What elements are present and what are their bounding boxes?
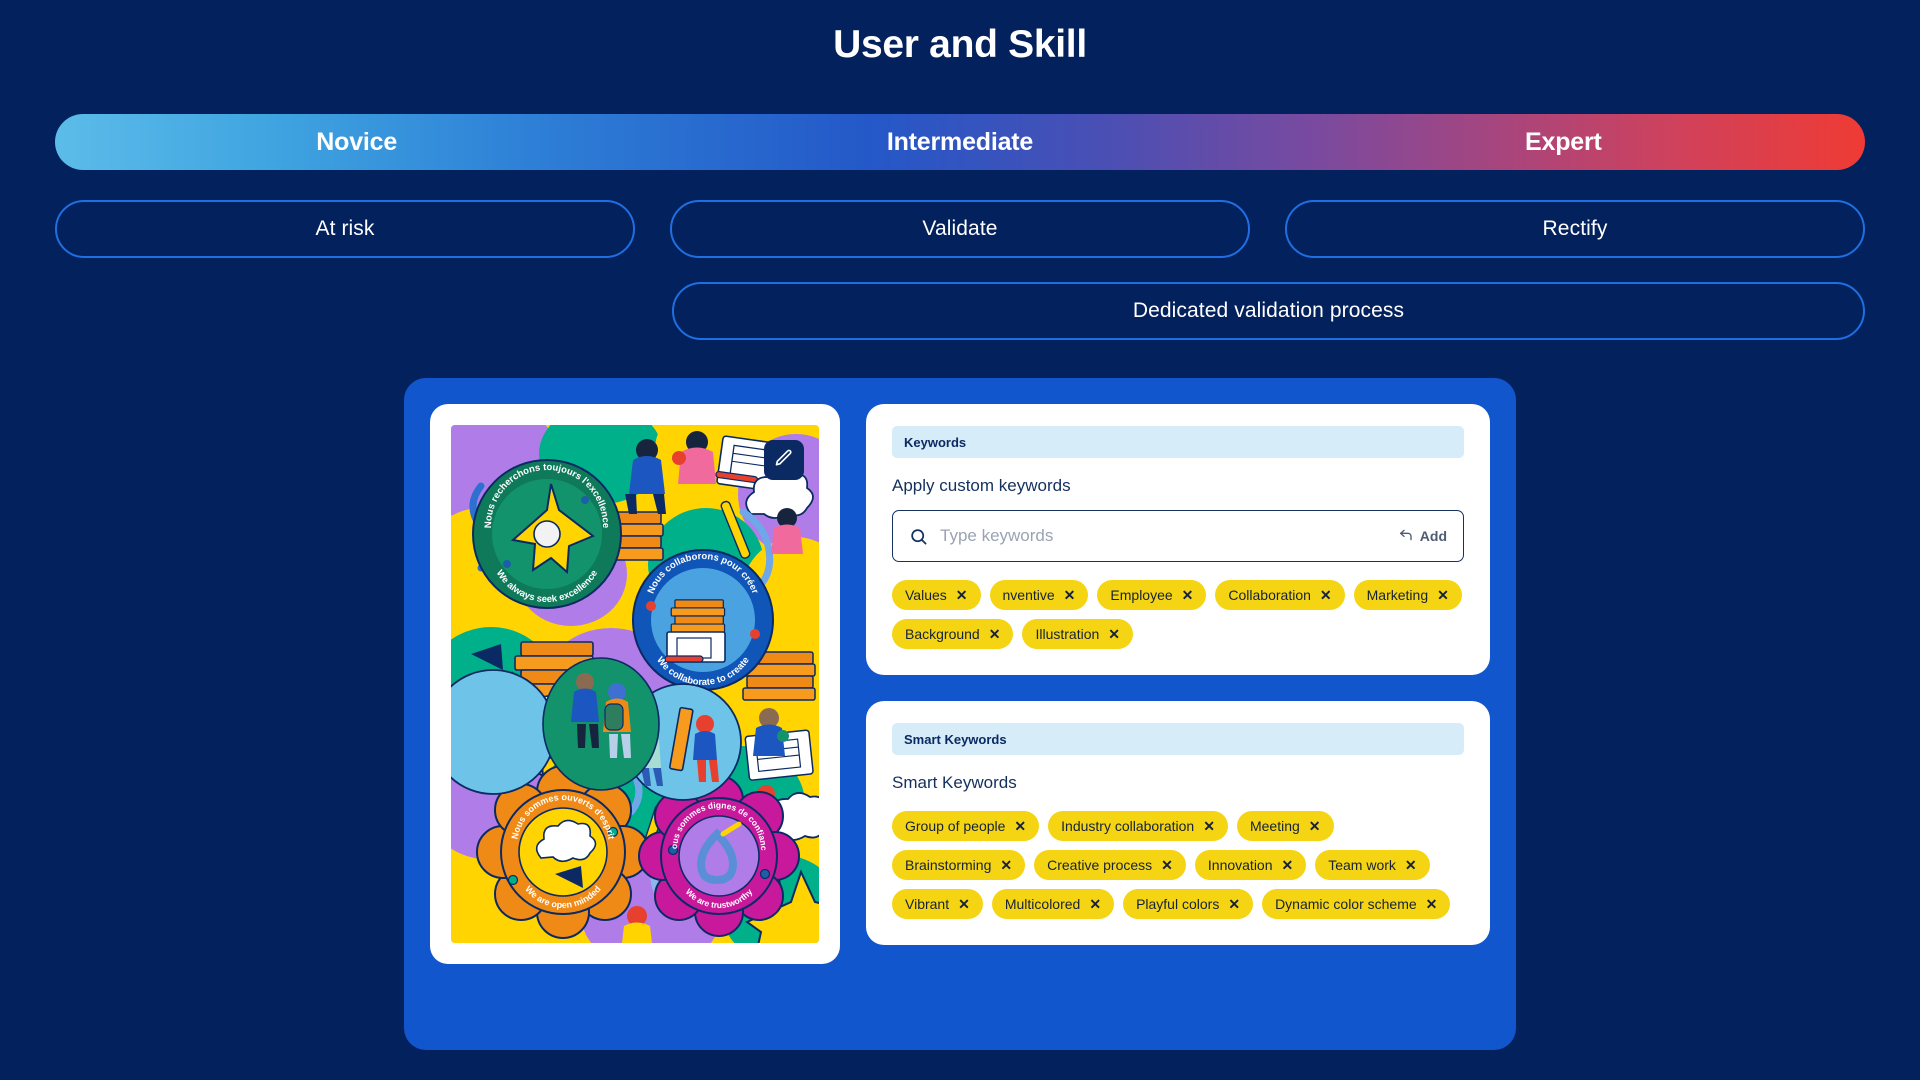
smart-keywords-card: Smart Keywords Smart Keywords Group of p…	[866, 701, 1490, 945]
keywords-sublabel: Apply custom keywords	[892, 476, 1071, 495]
search-icon	[909, 527, 928, 546]
smart-keyword-tag-label: Dynamic color scheme	[1275, 896, 1417, 912]
page-title: User and Skill	[833, 23, 1087, 66]
smart-keyword-tag-label: Multicolored	[1004, 896, 1081, 912]
remove-tag-icon[interactable]: ✕	[1108, 627, 1120, 641]
smart-keyword-tag[interactable]: Playful colors ✕	[1123, 889, 1254, 919]
keyword-tag[interactable]: Collaboration ✕	[1215, 580, 1345, 610]
remove-tag-icon[interactable]: ✕	[1405, 858, 1417, 872]
remove-tag-icon[interactable]: ✕	[1320, 588, 1332, 602]
keyword-tag-label: nventive	[1002, 587, 1055, 603]
action-dedicated-validation-process-button[interactable]: Dedicated validation process	[672, 282, 1865, 340]
keyword-tag-label: Marketing	[1366, 587, 1429, 603]
smart-keywords-card-header: Smart Keywords	[892, 723, 1464, 755]
remove-tag-icon[interactable]: ✕	[1000, 858, 1012, 872]
smart-keyword-tag[interactable]: Industry collaboration ✕	[1048, 811, 1228, 841]
edit-image-button[interactable]	[764, 440, 804, 480]
keyword-tag-label: Employee	[1110, 587, 1173, 603]
smart-keyword-tag-label: Creative process	[1047, 857, 1153, 873]
remove-tag-icon[interactable]: ✕	[1182, 588, 1194, 602]
remove-tag-icon[interactable]: ✕	[1064, 588, 1076, 602]
smart-keyword-tag-label: Playful colors	[1136, 896, 1220, 912]
remove-tag-icon[interactable]: ✕	[1426, 897, 1438, 911]
smart-keyword-tag[interactable]: Dynamic color scheme ✕	[1262, 889, 1451, 919]
smart-keyword-tag[interactable]: Vibrant ✕	[892, 889, 983, 919]
keywords-column: Keywords Apply custom keywords Add	[866, 404, 1490, 1024]
keyword-tag[interactable]: Marketing ✕	[1353, 580, 1462, 610]
action-at-risk-button[interactable]: At risk	[55, 200, 635, 258]
smart-keyword-tag[interactable]: Team work ✕	[1315, 850, 1430, 880]
remove-tag-icon[interactable]: ✕	[1228, 897, 1240, 911]
smart-keyword-tag-label: Group of people	[905, 818, 1006, 834]
keyword-tag-label: Illustration	[1035, 626, 1100, 642]
skill-level-novice: Novice	[316, 127, 398, 156]
remove-tag-icon[interactable]: ✕	[1282, 858, 1294, 872]
remove-tag-icon[interactable]: ✕	[989, 627, 1001, 641]
illustration-image: Nous recherchons toujours l'excellence W…	[451, 425, 819, 943]
keyword-tag[interactable]: Values ✕	[892, 580, 981, 610]
smart-keyword-tag-label: Meeting	[1249, 818, 1300, 834]
smart-keyword-tag-label: Innovation	[1207, 857, 1273, 873]
keyword-tag-label: Background	[905, 626, 980, 642]
remove-tag-icon[interactable]: ✕	[1089, 897, 1101, 911]
smart-keyword-tag-label: Industry collaboration	[1061, 818, 1195, 834]
smart-keyword-tag[interactable]: Group of people ✕	[892, 811, 1040, 841]
keyword-tag-label: Values	[905, 587, 947, 603]
smart-keyword-tag-label: Vibrant	[905, 896, 950, 912]
skill-level-intermediate: Intermediate	[886, 127, 1034, 156]
keyword-tag[interactable]: Employee ✕	[1097, 580, 1207, 610]
remove-tag-icon[interactable]: ✕	[956, 588, 968, 602]
keyword-tag[interactable]: Illustration ✕	[1022, 619, 1133, 649]
keyword-search-box[interactable]: Add	[892, 510, 1464, 562]
keyword-tag[interactable]: Background ✕	[892, 619, 1014, 649]
keyword-tag-label: Collaboration	[1228, 587, 1311, 603]
image-preview-card: Nous recherchons toujours l'excellence W…	[430, 404, 840, 964]
skill-level-bar: Novice Intermediate Expert	[55, 114, 1865, 170]
smart-keyword-tag[interactable]: Multicolored ✕	[991, 889, 1115, 919]
keyword-search-input[interactable]	[940, 526, 1398, 546]
remove-tag-icon[interactable]: ✕	[1437, 588, 1449, 602]
skill-level-expert: Expert	[1525, 127, 1602, 156]
remove-tag-icon[interactable]: ✕	[1203, 819, 1215, 833]
smart-keywords-sublabel: Smart Keywords	[892, 773, 1017, 792]
remove-tag-icon[interactable]: ✕	[958, 897, 970, 911]
keyword-tag[interactable]: nventive ✕	[989, 580, 1089, 610]
remove-tag-icon[interactable]: ✕	[1309, 819, 1321, 833]
remove-tag-icon[interactable]: ✕	[1161, 858, 1173, 872]
action-pill-row-secondary: Dedicated validation process	[672, 282, 1865, 340]
action-pill-row: At risk Validate Rectify	[55, 200, 1865, 258]
smart-keyword-tag-label: Brainstorming	[905, 857, 992, 873]
pencil-icon	[774, 448, 794, 473]
remove-tag-icon[interactable]: ✕	[1014, 819, 1026, 833]
action-rectify-button[interactable]: Rectify	[1285, 200, 1865, 258]
main-content-panel: Nous recherchons toujours l'excellence W…	[404, 378, 1516, 1050]
keyword-tag-list: Values ✕ nventive ✕ Employee ✕ Collaboratio…	[892, 580, 1464, 649]
smart-keyword-tag[interactable]: Innovation ✕	[1194, 850, 1307, 880]
keywords-card-header: Keywords	[892, 426, 1464, 458]
smart-keyword-tag[interactable]: Creative process ✕	[1034, 850, 1186, 880]
smart-keyword-tag[interactable]: Meeting ✕	[1236, 811, 1334, 841]
keywords-card: Keywords Apply custom keywords Add	[866, 404, 1490, 675]
add-keyword-button[interactable]: Add	[1398, 527, 1447, 546]
smart-keyword-tag-label: Team work	[1328, 857, 1396, 873]
smart-keyword-tag-list: Group of people ✕ Industry collaboration ✕…	[892, 811, 1464, 919]
enter-return-icon	[1398, 527, 1414, 546]
add-keyword-label: Add	[1419, 528, 1447, 544]
action-validate-button[interactable]: Validate	[670, 200, 1250, 258]
smart-keyword-tag[interactable]: Brainstorming ✕	[892, 850, 1026, 880]
